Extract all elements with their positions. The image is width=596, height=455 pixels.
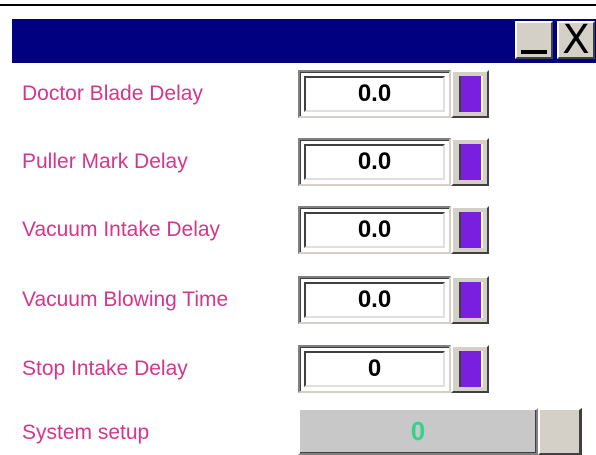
slider-bar [459, 351, 483, 387]
slider-bar [459, 282, 483, 318]
puller-mark-delay-value: 0.0 [357, 148, 392, 175]
slider-bar [459, 212, 483, 248]
vacuum-blowing-time-label: Vacuum Blowing Time [22, 288, 229, 311]
doctor-blade-delay-label: Doctor Blade Delay [22, 82, 203, 105]
minimize-icon [521, 50, 547, 54]
vacuum-blowing-time-value: 0.0 [357, 286, 392, 313]
system-setup-value: 0 [410, 416, 426, 446]
vacuum-intake-delay-input[interactable]: 0.0 [298, 206, 451, 254]
doctor-blade-delay-value: 0.0 [357, 80, 392, 107]
top-border-line [0, 4, 596, 6]
puller-mark-delay-input[interactable]: 0.0 [298, 138, 451, 186]
minimize-button[interactable] [515, 21, 553, 59]
vacuum-intake-delay-value: 0.0 [357, 216, 392, 243]
stop-intake-delay-adjust-button[interactable] [451, 345, 489, 393]
stop-intake-delay-value: 0 [367, 355, 382, 382]
vacuum-blowing-time-adjust-button[interactable] [451, 276, 489, 324]
close-button[interactable]: X [557, 17, 595, 63]
puller-mark-delay-adjust-button[interactable] [451, 138, 489, 186]
vacuum-intake-delay-adjust-button[interactable] [451, 206, 489, 254]
stop-intake-delay-input[interactable]: 0 [298, 345, 451, 393]
vacuum-intake-delay-label: Vacuum Intake Delay [22, 218, 221, 241]
window-titlebar: X [12, 19, 596, 63]
stop-intake-delay-label: Stop Intake Delay [22, 357, 188, 380]
system-setup-field[interactable]: 0 [298, 408, 538, 455]
settings-panel [12, 63, 596, 455]
vacuum-blowing-time-input[interactable]: 0.0 [298, 276, 451, 324]
doctor-blade-delay-input[interactable]: 0.0 [298, 70, 451, 118]
doctor-blade-delay-adjust-button[interactable] [451, 70, 489, 118]
close-icon: X [562, 17, 590, 63]
system-setup-label: System setup [22, 421, 150, 444]
puller-mark-delay-label: Puller Mark Delay [22, 150, 188, 173]
slider-bar [459, 76, 483, 112]
slider-bar [459, 144, 483, 180]
system-setup-button[interactable] [538, 408, 582, 455]
